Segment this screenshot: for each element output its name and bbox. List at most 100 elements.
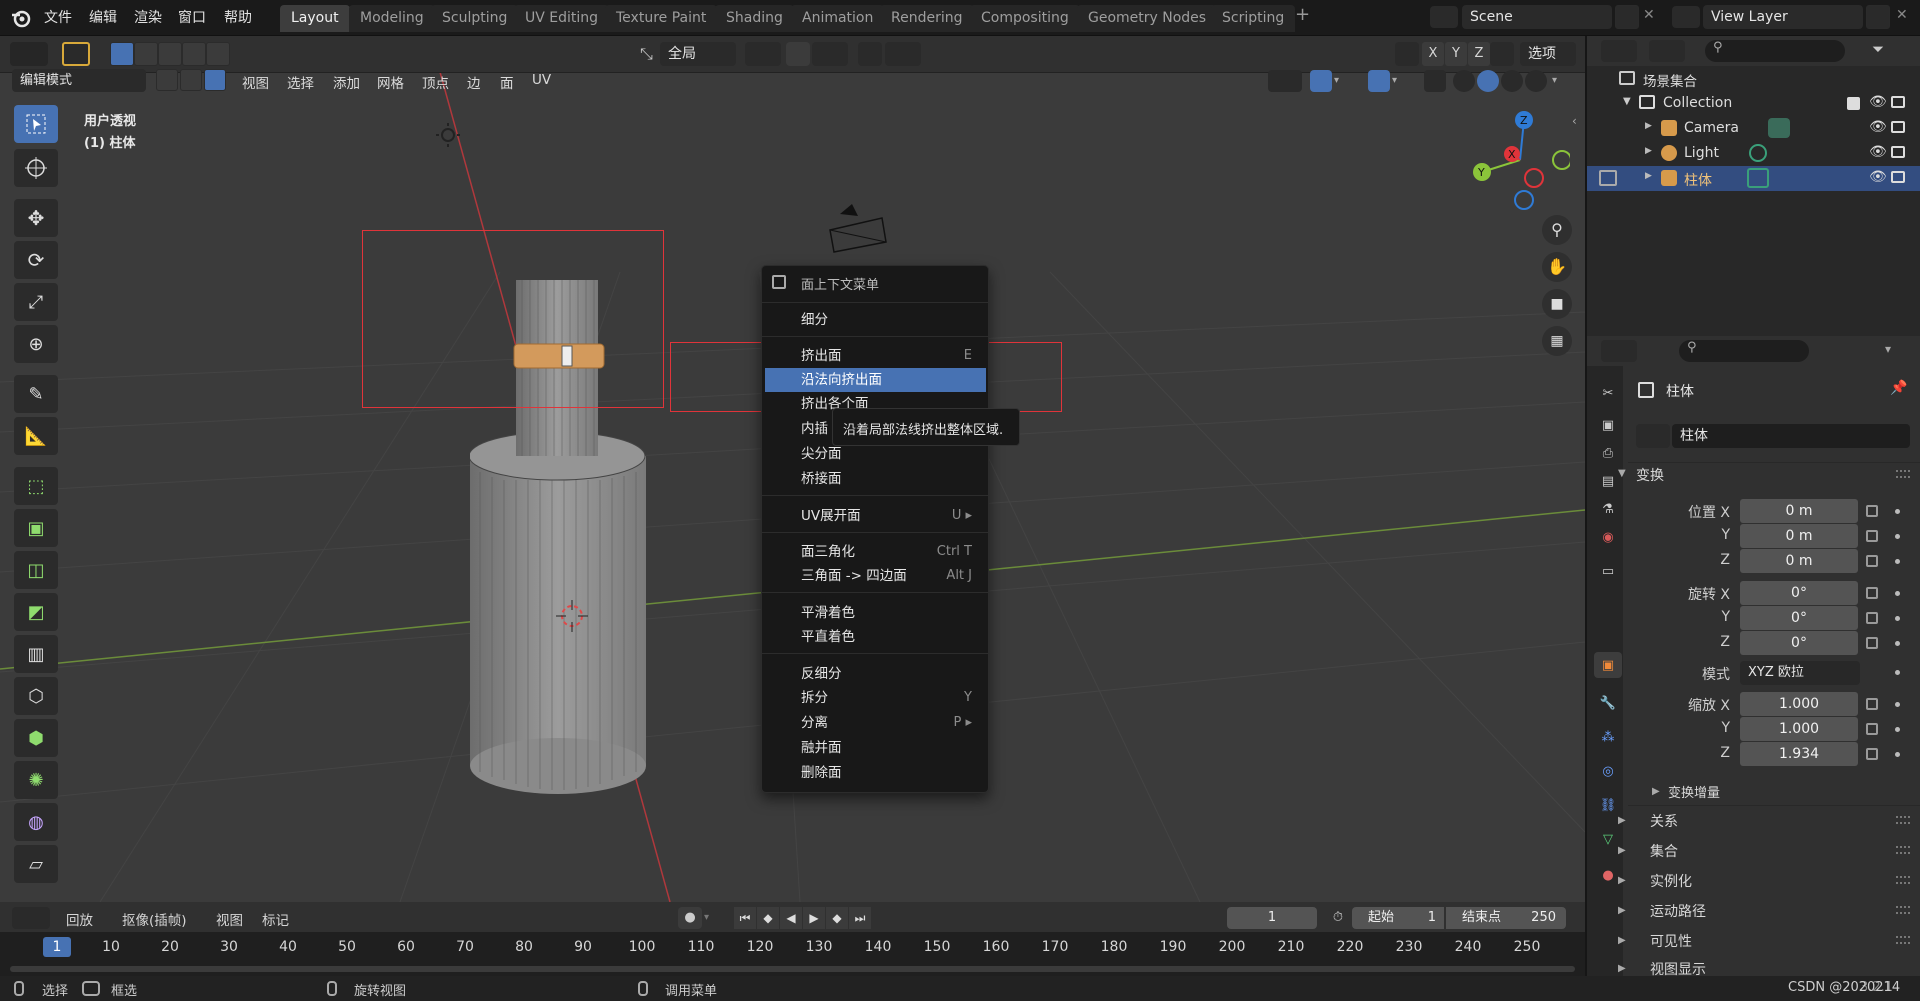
filter-icon[interactable]: ⏷: [1872, 40, 1904, 62]
relations-panel-header[interactable]: 关系: [1650, 811, 1678, 831]
lock-icon[interactable]: [1866, 748, 1878, 760]
rotation-z-field[interactable]: 0°: [1740, 631, 1858, 655]
overlay-dropdown-icon[interactable]: ▾: [1392, 70, 1408, 92]
world-tab-icon[interactable]: ◉: [1594, 524, 1622, 550]
outliner-row-light[interactable]: ▶ Light 👁: [1587, 141, 1920, 166]
vertex-select-icon[interactable]: [156, 69, 178, 91]
lock-icon[interactable]: [1866, 612, 1878, 624]
select-box-tool-icon[interactable]: [14, 105, 58, 143]
keyframe-dot-icon[interactable]: [1895, 752, 1900, 757]
start-frame-field[interactable]: 起始 1: [1352, 907, 1444, 929]
select-tool-icon[interactable]: [62, 42, 90, 66]
instancing-arrow-icon[interactable]: ▶: [1618, 875, 1626, 886]
scale-z-field[interactable]: 1.934: [1740, 742, 1858, 766]
menu-item-uv-unwrap[interactable]: UV展开面 U ▸: [765, 504, 986, 528]
menu-item-bridge[interactable]: 桥接面: [765, 467, 986, 491]
keyframe-dot-icon[interactable]: [1895, 509, 1900, 514]
spin-tool-icon[interactable]: ✺: [14, 761, 58, 799]
edge-select-icon[interactable]: [180, 69, 202, 91]
location-y-field[interactable]: 0 m: [1740, 524, 1858, 548]
tab-scripting[interactable]: Scripting: [1211, 5, 1296, 32]
face-select-icon[interactable]: [204, 69, 226, 91]
lock-icon[interactable]: [1866, 530, 1878, 542]
keyframe-dot-icon[interactable]: [1895, 559, 1900, 564]
select-mode-subtract-icon[interactable]: [158, 42, 182, 66]
menu-render[interactable]: 渲染: [134, 7, 162, 27]
expand-arrow-icon[interactable]: ▶: [1645, 171, 1652, 181]
select-mode-intersect-icon[interactable]: [206, 42, 230, 66]
select-mode-new-icon[interactable]: [110, 42, 134, 66]
mode-dropdown[interactable]: 编辑模式: [12, 69, 146, 92]
properties-editor-type-icon[interactable]: [1601, 340, 1637, 362]
lock-icon[interactable]: [1866, 555, 1878, 567]
jump-keyframe-back-icon[interactable]: ◆: [757, 907, 779, 929]
knife-tool-icon[interactable]: ⬡: [14, 677, 58, 715]
modifier-tab-icon[interactable]: 🔧: [1594, 690, 1622, 716]
pivot-point-icon[interactable]: [745, 42, 781, 66]
properties-options-icon[interactable]: ▾: [1885, 342, 1891, 356]
scene-selector-icon[interactable]: [1430, 6, 1458, 28]
transform-tool-icon[interactable]: ⊕: [14, 325, 58, 363]
play-reverse-icon[interactable]: ◀: [780, 907, 802, 929]
drag-grip-icon[interactable]: [1896, 876, 1910, 884]
location-x-field[interactable]: 0 m: [1740, 499, 1858, 523]
tab-shading[interactable]: Shading: [715, 5, 794, 32]
menu-item-separate[interactable]: 分离 P ▸: [765, 711, 986, 735]
auto-merge-icon[interactable]: [1490, 42, 1514, 66]
display-mode-icon[interactable]: [1649, 40, 1685, 62]
menu-item-extrude-along-normals[interactable]: 沿法向挤出面: [765, 368, 986, 392]
outliner-row-cylinder[interactable]: ▶ 柱体 👁: [1587, 166, 1920, 191]
menu-window[interactable]: 窗口: [178, 7, 206, 27]
scale-x-field[interactable]: 1.000: [1740, 692, 1858, 716]
tab-modeling[interactable]: Modeling: [349, 5, 435, 32]
add-workspace-button[interactable]: +: [1295, 4, 1310, 25]
drag-grip-icon[interactable]: [1896, 846, 1910, 854]
tab-geometry-nodes[interactable]: Geometry Nodes: [1077, 5, 1218, 32]
keyframe-dot-icon[interactable]: [1895, 702, 1900, 707]
close-scene-icon[interactable]: ✕: [1643, 7, 1655, 23]
camera-data-icon[interactable]: [1768, 118, 1790, 138]
menu-edit[interactable]: 编辑: [89, 7, 117, 27]
gizmo-dropdown-icon[interactable]: ▾: [1334, 70, 1350, 92]
menu-item-subdivide[interactable]: 细分: [765, 308, 986, 332]
drag-grip-icon[interactable]: [1896, 936, 1910, 944]
add-cube-tool-icon[interactable]: ⬚: [14, 467, 58, 505]
visibility-icon[interactable]: [1268, 70, 1302, 92]
snap-icon[interactable]: [786, 42, 810, 66]
shear-tool-icon[interactable]: ▱: [14, 845, 58, 883]
eye-icon[interactable]: 👁: [1869, 119, 1887, 135]
view-layer-icon[interactable]: [1672, 6, 1700, 28]
gizmo-toggle-icon[interactable]: [1310, 70, 1332, 92]
menu-help[interactable]: 帮助: [224, 7, 252, 27]
keyframe-dot-icon[interactable]: [1895, 641, 1900, 646]
marker-menu[interactable]: 标记: [262, 909, 289, 929]
mirror-x-toggle[interactable]: X: [1422, 42, 1444, 66]
transform-collapse-icon[interactable]: ▼: [1618, 468, 1626, 479]
particles-tab-icon[interactable]: ⁂: [1594, 724, 1622, 750]
menu-edge[interactable]: 边: [467, 72, 481, 92]
menu-item-un-subdivide[interactable]: 反细分: [765, 662, 986, 686]
transform-orientation-icon[interactable]: ⤡: [640, 44, 660, 64]
wireframe-shading-icon[interactable]: [1453, 70, 1475, 92]
menu-item-split[interactable]: 拆分 Y: [765, 686, 986, 710]
material-shading-icon[interactable]: [1501, 70, 1523, 92]
outliner-row-scene-collection[interactable]: 场景集合: [1587, 66, 1920, 91]
collections-arrow-icon[interactable]: ▶: [1618, 845, 1626, 856]
timeline-view-menu[interactable]: 视图: [216, 909, 243, 929]
auto-keying-icon[interactable]: ●: [678, 907, 702, 929]
keyframe-dot-icon[interactable]: [1895, 616, 1900, 621]
mirror-z-toggle[interactable]: Z: [1468, 42, 1490, 66]
render-camera-icon[interactable]: [1891, 96, 1905, 108]
zoom-icon[interactable]: ⚲: [1542, 215, 1572, 245]
mesh-data-icon[interactable]: [1747, 168, 1769, 188]
render-camera-icon[interactable]: [1891, 121, 1905, 133]
jump-start-icon[interactable]: ⏮: [734, 907, 756, 929]
visibility-arrow-icon[interactable]: ▶: [1618, 935, 1626, 946]
close-view-layer-icon[interactable]: ✕: [1896, 7, 1908, 23]
rotation-mode-dropdown[interactable]: XYZ 欧拉: [1740, 661, 1860, 685]
menu-select[interactable]: 选择: [287, 72, 314, 92]
keyframe-dot-icon[interactable]: [1895, 534, 1900, 539]
proportional-falloff-icon[interactable]: [885, 42, 921, 66]
rendered-shading-icon[interactable]: [1525, 70, 1547, 92]
light-data-icon[interactable]: [1749, 144, 1767, 162]
